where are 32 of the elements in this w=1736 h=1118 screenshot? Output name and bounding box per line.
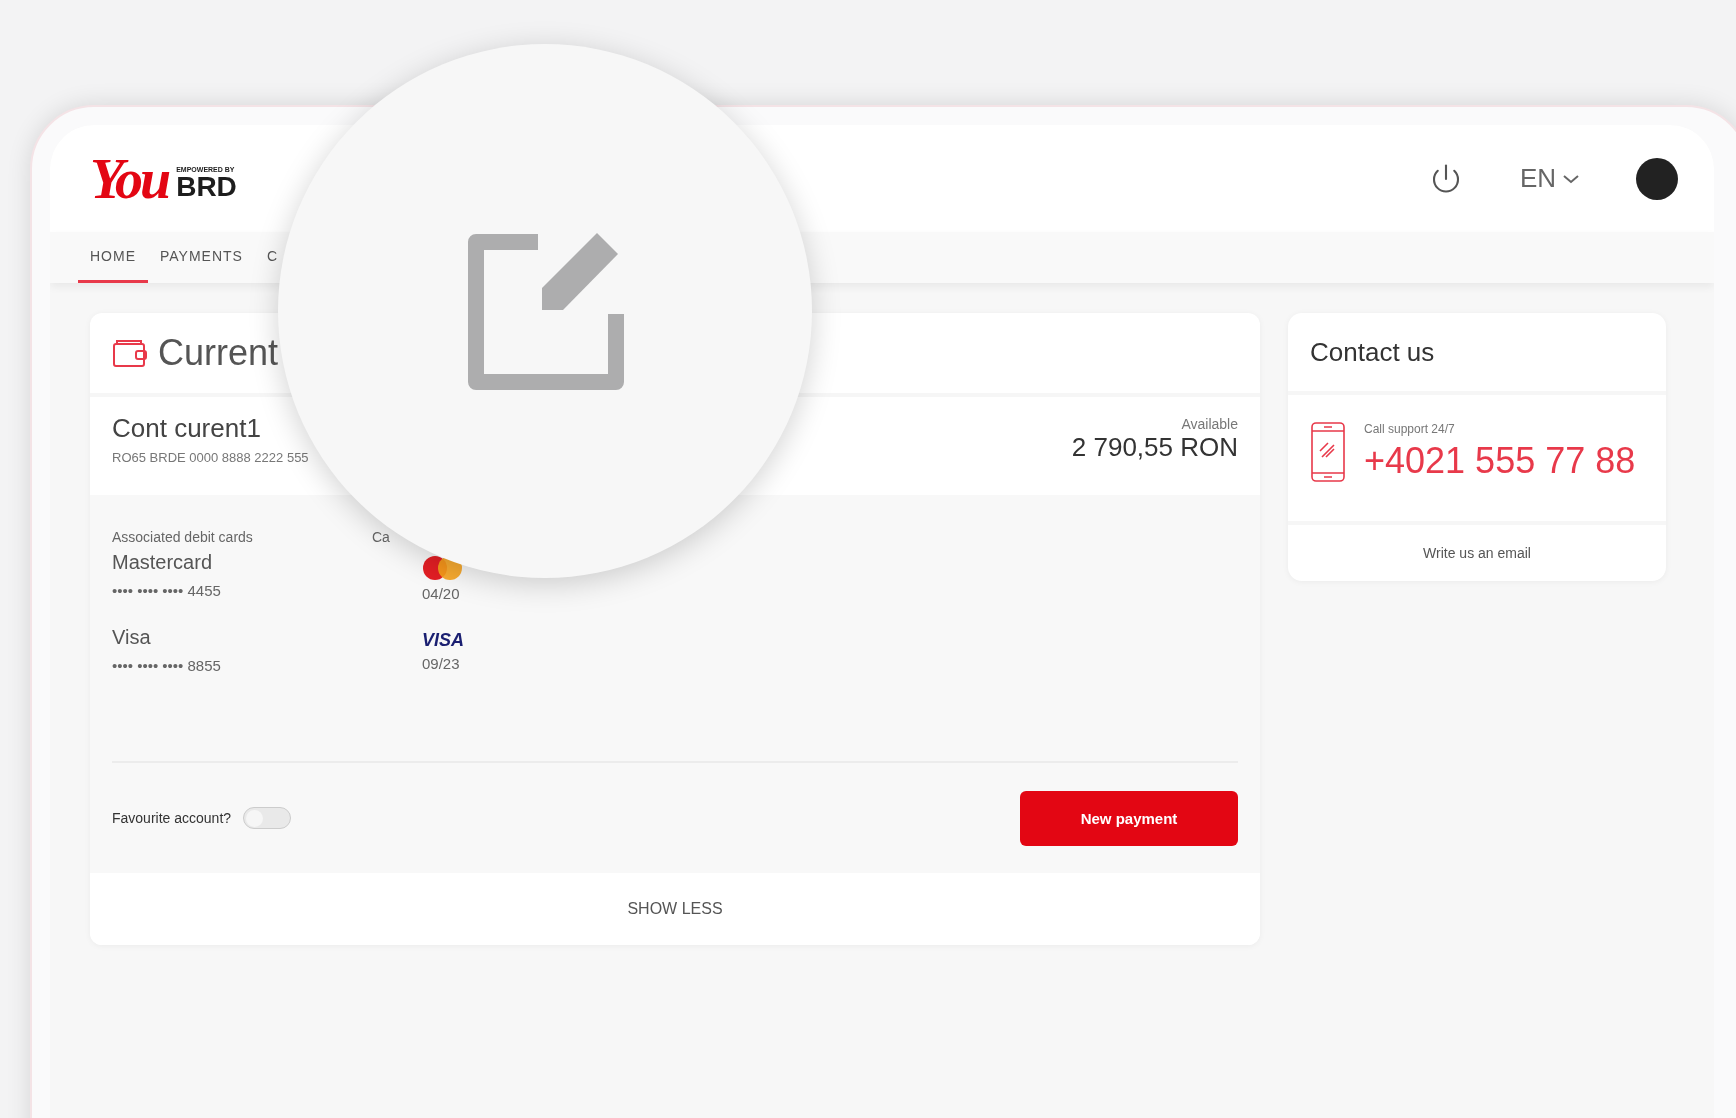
new-payment-button[interactable]: New payment [1020, 790, 1238, 846]
nav-tab[interactable]: PAYMENTS [148, 232, 255, 283]
card-name: Visa [112, 626, 152, 649]
phone-icon [1310, 421, 1346, 483]
favourite-toggle[interactable] [243, 807, 292, 829]
column-heading: Ca [372, 529, 390, 545]
card-name: Mastercard [112, 551, 214, 574]
support-label: Call support 24/7 [1364, 422, 1456, 436]
chevron-down-icon [1562, 172, 1580, 185]
balance-label: Available [1180, 415, 1238, 432]
cards-heading: Associated debit cards [112, 529, 253, 545]
logo-word: You [90, 150, 169, 207]
nav-tab[interactable]: HOME [78, 232, 148, 283]
account-name: Cont curent1 [112, 413, 262, 444]
card-expiry: 04/20 [422, 585, 460, 602]
nav-tab[interactable]: C [254, 232, 279, 283]
language-dropdown[interactable]: EN [1519, 163, 1580, 194]
favourite-label: Favourite account? [112, 810, 232, 826]
logo-brand: BRD [176, 172, 237, 201]
card-logo: VISA [422, 630, 464, 651]
phone-number[interactable]: +4021 555 77 88 [1364, 440, 1636, 482]
wallet-icon [112, 338, 148, 368]
avatar[interactable] [1636, 157, 1678, 200]
card-expiry: 09/23 [422, 655, 460, 672]
email-link[interactable]: Write us an email [1288, 525, 1666, 581]
show-less-button[interactable]: SHOW LESS [90, 873, 1260, 945]
account-iban: RO65 BRDE 0000 8888 2222 555 [112, 450, 309, 465]
card-number: •••• •••• •••• 8855 [112, 657, 222, 674]
contact-title: Contact us [1288, 313, 1666, 395]
balance-amount: 2 790,55 RON [1071, 431, 1238, 463]
card-number: •••• •••• •••• 4455 [112, 582, 222, 599]
panel-title: Current [158, 332, 279, 374]
